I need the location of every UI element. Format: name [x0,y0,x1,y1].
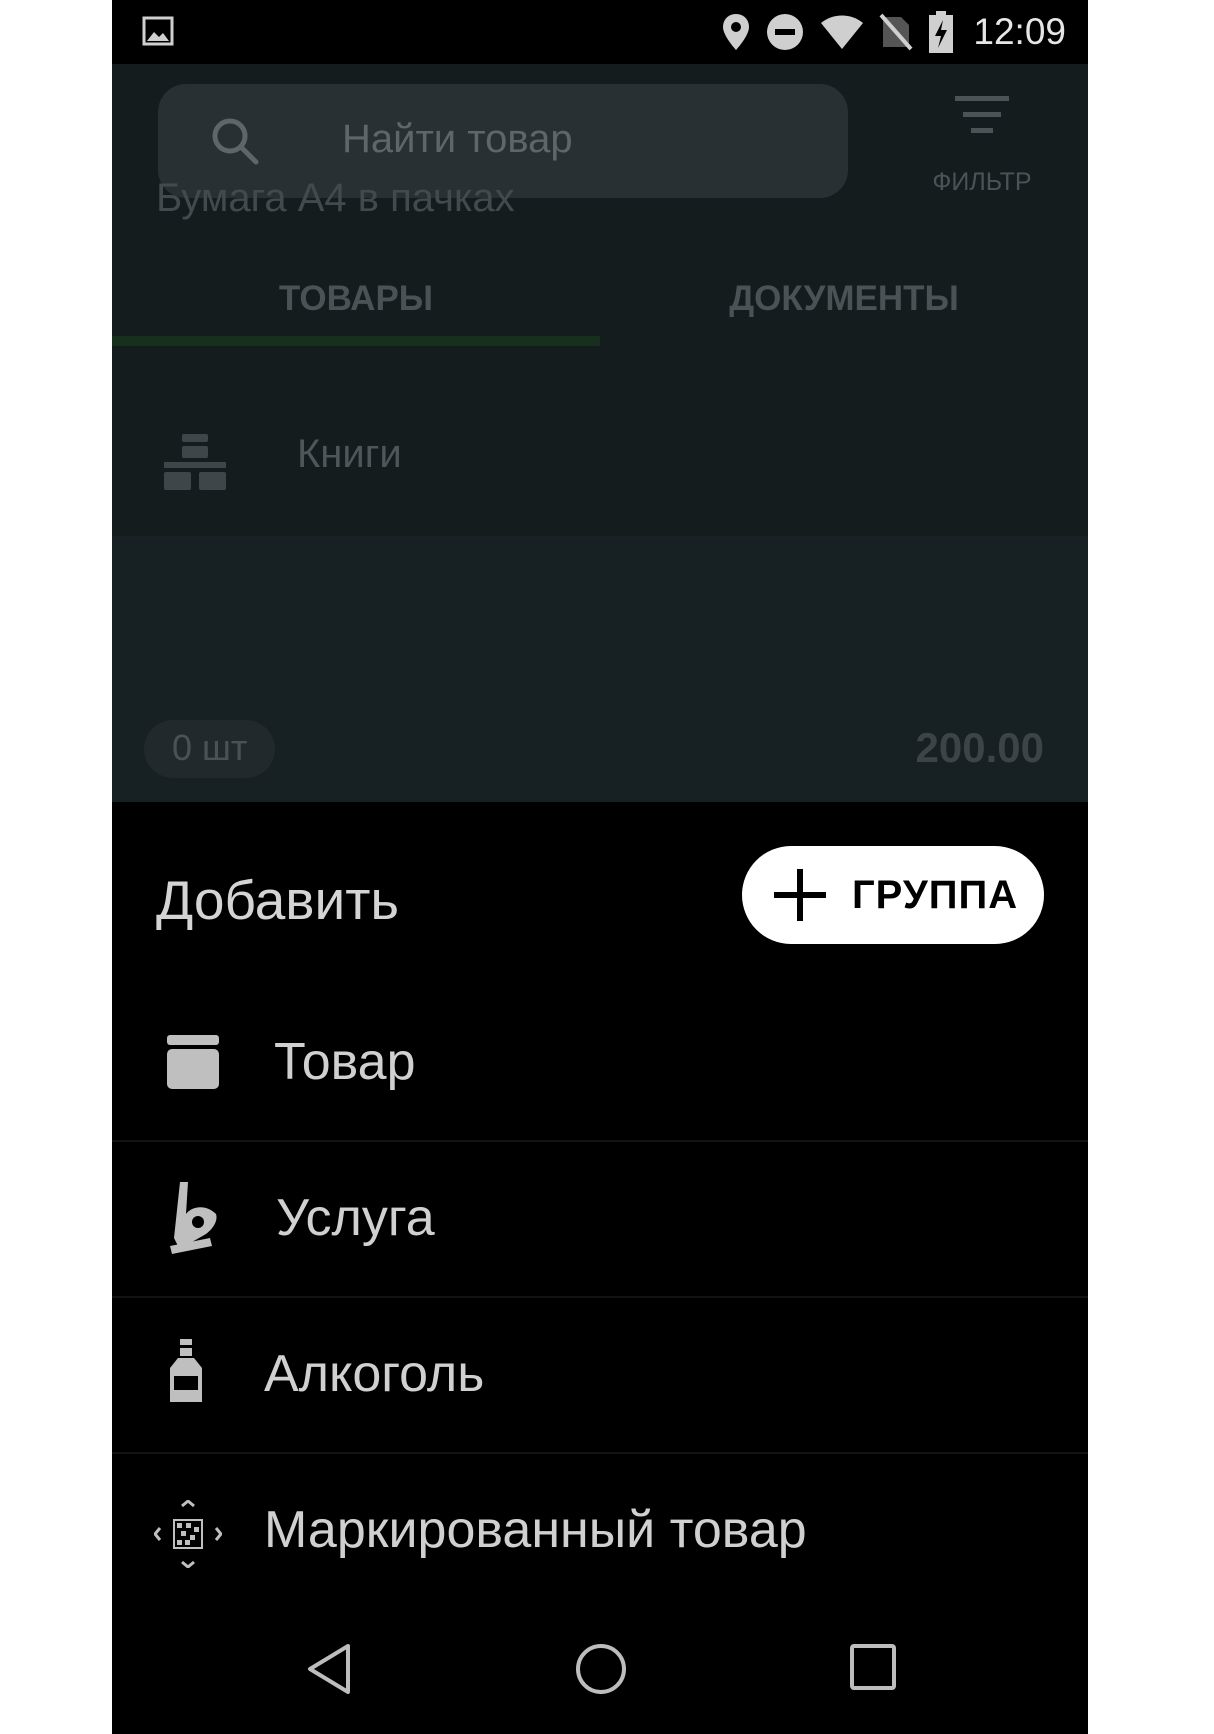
gallery-icon [142,16,174,46]
menu-item-alcohol-label: Алкоголь [264,1345,485,1403]
search-icon [212,118,259,165]
menu-item-service-label: Услуга [276,1189,435,1247]
product-price: 200.00 [915,724,1044,771]
datamatrix-scan-icon [154,1500,222,1568]
menu-item-alcohol[interactable]: Алкоголь [112,1300,1088,1454]
group-label: Книги [297,432,402,476]
status-time: 12:09 [973,11,1066,52]
sheet-title: Добавить [156,869,400,931]
do-not-disturb-icon [767,14,804,50]
status-icons: 12:09 [721,8,1066,56]
menu-item-marked-product-label: Маркированный товар [264,1501,807,1559]
add-group-button[interactable]: ГРУППА [742,846,1044,944]
filter-label: ФИЛЬТР [932,168,1032,196]
menu-item-product-label: Товар [274,1033,416,1091]
location-icon [723,14,750,50]
bottle-icon [170,1339,202,1402]
service-hand-icon [170,1182,217,1254]
back-icon[interactable] [304,1642,354,1696]
navigation-bar [112,1602,1088,1734]
product-name: Бумага А4 в пачках [156,176,515,220]
add-bottom-sheet: Добавить ГРУППА Товар Услуга Алкоголь Ма… [112,802,1088,1602]
quantity-badge: 0 шт [144,720,276,778]
phone-screen: 12:09 Найти товар ФИЛЬТР ТОВАРЫ ДОКУМЕНТ… [112,0,1088,1734]
tab-indicator [112,336,600,346]
filter-icon [955,96,1009,133]
tab-documents[interactable]: ДОКУМЕНТЫ [600,254,1088,350]
filter-button[interactable]: ФИЛЬТР [912,94,1052,204]
list-item-group[interactable]: Книги [112,380,1088,538]
box-icon [167,1035,219,1089]
recents-icon[interactable] [848,1642,898,1692]
wifi-icon [821,15,864,49]
status-bar: 12:09 [112,0,1088,64]
plus-icon [774,869,826,921]
no-sim-icon [879,13,913,51]
home-icon[interactable] [574,1642,628,1696]
product-group-icon [164,434,226,490]
menu-item-service[interactable]: Услуга [112,1144,1088,1298]
add-group-label: ГРУППА [852,872,1019,917]
menu-item-product[interactable]: Товар [112,988,1088,1142]
product-list-screen: Найти товар ФИЛЬТР ТОВАРЫ ДОКУМЕНТЫ Книг… [112,64,1088,802]
menu-item-marked-product[interactable]: Маркированный товар [112,1456,1088,1610]
search-placeholder: Найти товар [342,117,573,161]
battery-charging-icon [929,11,954,53]
